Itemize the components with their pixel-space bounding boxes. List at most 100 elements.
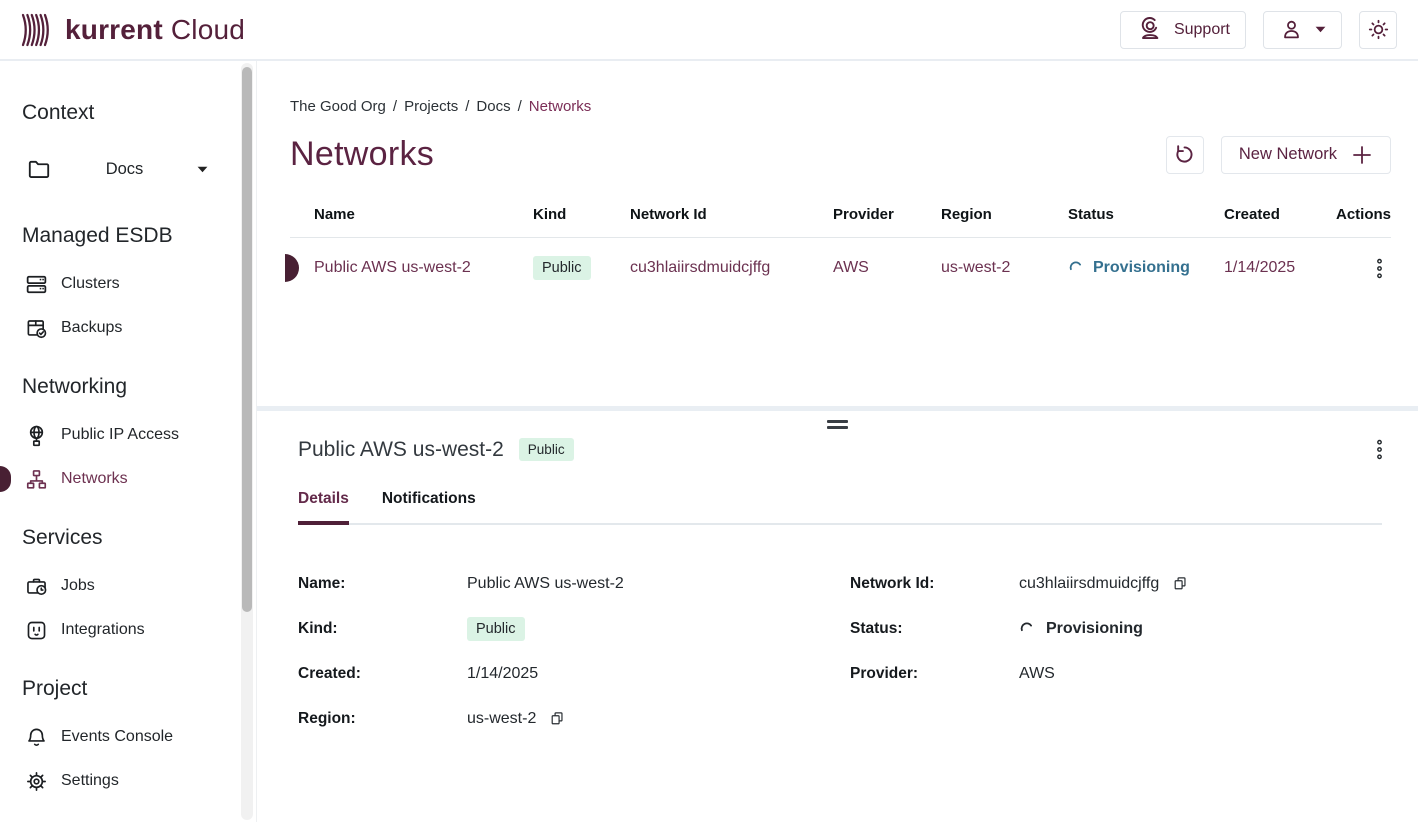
row-actions-button[interactable]: [1368, 254, 1391, 283]
chevron-down-icon: [197, 166, 208, 173]
panel-title: Public AWS us-west-2: [298, 438, 504, 462]
field-value-region: us-west-2: [467, 696, 850, 741]
clusters-icon: [24, 272, 49, 297]
public-ip-icon: [24, 423, 49, 448]
sun-icon: [1366, 17, 1391, 42]
folder-icon: [26, 156, 52, 182]
field-label-name: Name:: [298, 561, 467, 606]
refresh-icon: [1173, 143, 1196, 166]
context-selector-value: Docs: [52, 160, 197, 179]
support-button[interactable]: Support: [1120, 11, 1246, 49]
cell-provider: AWS: [833, 259, 941, 277]
table-header: Name Kind Network Id Provider Region Sta…: [290, 206, 1391, 238]
support-icon: [1136, 16, 1163, 43]
column-header-created: Created: [1224, 206, 1330, 223]
column-header-actions: Actions: [1330, 206, 1391, 223]
column-header-status: Status: [1068, 206, 1224, 223]
status-label: Provisioning: [1046, 620, 1143, 638]
networks-table: Name Kind Network Id Provider Region Sta…: [290, 206, 1391, 298]
sidebar-item-backups[interactable]: Backups: [0, 306, 238, 350]
context-selector[interactable]: Docs: [0, 147, 238, 191]
breadcrumb-project[interactable]: Docs: [476, 98, 510, 115]
sidebar-item-label: Jobs: [61, 577, 95, 595]
column-header-network-id: Network Id: [630, 206, 833, 223]
column-header-name: Name: [290, 206, 533, 223]
panel-tabs: Details Notifications: [298, 490, 1382, 525]
main-content: The Good Org/Projects/Docs/Networks Netw…: [257, 61, 1418, 822]
field-label-region: Region:: [298, 696, 467, 741]
cell-network-id: cu3hlaiirsdmuidcjffg: [630, 259, 833, 277]
sidebar-heading-context: Context: [22, 101, 94, 125]
sidebar-item-integrations[interactable]: Integrations: [0, 608, 238, 652]
copy-icon: [1172, 575, 1188, 592]
column-header-kind: Kind: [533, 206, 630, 223]
theme-toggle-button[interactable]: [1359, 11, 1397, 49]
breadcrumb-projects[interactable]: Projects: [404, 98, 458, 115]
column-header-region: Region: [941, 206, 1068, 223]
plus-icon: [1351, 144, 1373, 166]
field-value-status: Provisioning: [1019, 606, 1391, 651]
page-title: Networks: [290, 135, 434, 174]
support-label: Support: [1174, 21, 1230, 39]
field-value-network-id: cu3hlaiirsdmuidcjffg: [1019, 561, 1391, 606]
splitter-drag-handle[interactable]: [808, 411, 868, 429]
sidebar-heading-project: Project: [22, 677, 87, 701]
panel-kind-badge: Public: [519, 438, 574, 461]
field-label-kind: Kind:: [298, 606, 467, 651]
bell-icon: [24, 725, 49, 750]
panel-actions-button[interactable]: [1368, 435, 1391, 464]
field-value-created: 1/14/2025: [467, 651, 850, 696]
refresh-button[interactable]: [1166, 136, 1204, 174]
brand-name: kurrent: [65, 14, 163, 46]
kurrent-cloud-logo[interactable]: kurrent Cloud: [20, 10, 245, 50]
sidebar-item-public-ip-access[interactable]: Public IP Access: [0, 413, 238, 457]
networks-list-section: The Good Org/Projects/Docs/Networks Netw…: [257, 61, 1418, 406]
field-label-network-id: Network Id:: [850, 561, 1019, 606]
sidebar-item-clusters[interactable]: Clusters: [0, 262, 238, 306]
sidebar-item-label: Networks: [61, 470, 128, 488]
details-fields: Name: Public AWS us-west-2 Network Id: c…: [298, 561, 1391, 741]
kind-badge: Public: [533, 256, 591, 280]
column-header-provider: Provider: [833, 206, 941, 223]
copy-network-id-button[interactable]: [1170, 573, 1190, 594]
new-network-label: New Network: [1239, 145, 1337, 164]
chevron-down-icon: [1315, 26, 1326, 33]
field-label-provider: Provider:: [850, 651, 1019, 696]
network-id-value: cu3hlaiirsdmuidcjffg: [1019, 575, 1159, 593]
sidebar-item-label: Public IP Access: [61, 426, 179, 444]
waves-logo-icon: [20, 10, 56, 50]
table-row[interactable]: Public AWS us-west-2 Public cu3hlaiirsdm…: [290, 238, 1391, 298]
sidebar-heading-networking: Networking: [22, 375, 127, 399]
tab-notifications[interactable]: Notifications: [382, 490, 476, 525]
sidebar-heading-managed-esdb: Managed ESDB: [22, 224, 173, 248]
copy-region-button[interactable]: [547, 708, 567, 729]
sidebar-item-jobs[interactable]: Jobs: [0, 564, 238, 608]
sidebar-scrollbar-track: [241, 63, 253, 820]
kebab-icon: [1376, 439, 1383, 460]
cell-created: 1/14/2025: [1224, 259, 1330, 277]
user-menu-button[interactable]: [1263, 11, 1342, 49]
spinner-icon: [1068, 260, 1084, 276]
tab-details[interactable]: Details: [298, 490, 349, 525]
field-kind-badge: Public: [467, 617, 525, 641]
sidebar-scrollbar-thumb[interactable]: [242, 67, 252, 612]
brand-suffix: Cloud: [171, 14, 245, 46]
sidebar-item-networks[interactable]: Networks: [0, 457, 238, 501]
copy-icon: [549, 710, 565, 727]
sidebar-heading-services: Services: [22, 526, 103, 550]
sidebar-item-label: Clusters: [61, 275, 120, 293]
gear-icon: [24, 769, 49, 794]
networks-icon: [24, 467, 49, 492]
breadcrumb-current: Networks: [529, 98, 592, 115]
sidebar-item-label: Events Console: [61, 728, 173, 746]
sidebar-item-settings[interactable]: Settings: [0, 759, 238, 803]
integrations-icon: [24, 618, 49, 643]
breadcrumb-org[interactable]: The Good Org: [290, 98, 386, 115]
new-network-button[interactable]: New Network: [1221, 136, 1391, 174]
breadcrumb: The Good Org/Projects/Docs/Networks: [290, 98, 1391, 115]
active-indicator: [0, 466, 11, 492]
cell-status: Provisioning: [1068, 259, 1224, 277]
top-header: kurrent Cloud Support: [0, 0, 1418, 61]
sidebar-item-label: Backups: [61, 319, 122, 337]
sidebar-item-events-console[interactable]: Events Console: [0, 715, 238, 759]
